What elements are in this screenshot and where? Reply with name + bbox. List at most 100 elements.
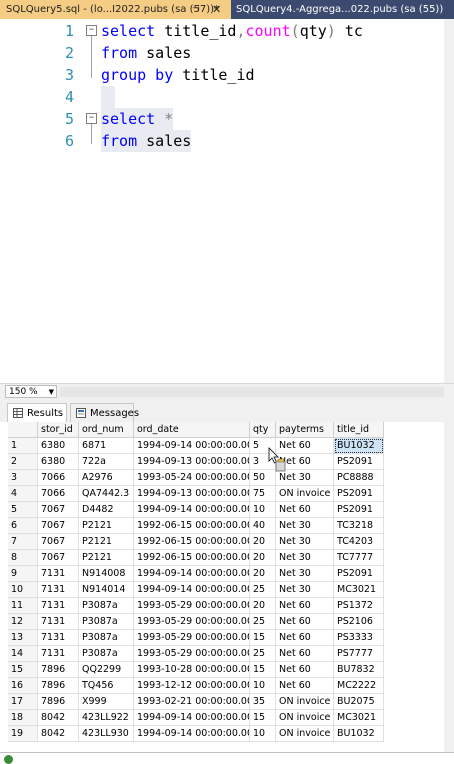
- grid-corner[interactable]: [8, 422, 38, 438]
- table-cell[interactable]: ON invoice: [276, 486, 334, 502]
- table-cell[interactable]: TC3218: [334, 518, 384, 534]
- column-header[interactable]: payterms: [276, 422, 334, 438]
- table-cell[interactable]: 1994-09-14 00:00:00.000: [134, 710, 250, 726]
- column-header[interactable]: ord_num: [79, 422, 134, 438]
- table-cell[interactable]: 1993-02-21 00:00:00.000: [134, 694, 250, 710]
- row-number[interactable]: 16: [8, 678, 38, 694]
- table-cell[interactable]: Net 60: [276, 598, 334, 614]
- table-cell[interactable]: ON invoice: [276, 726, 334, 742]
- table-cell[interactable]: 35: [250, 694, 276, 710]
- row-number[interactable]: 15: [8, 662, 38, 678]
- table-cell[interactable]: 1994-09-14 00:00:00.000: [134, 726, 250, 742]
- row-number[interactable]: 17: [8, 694, 38, 710]
- column-header[interactable]: stor_id: [38, 422, 79, 438]
- table-cell[interactable]: 1993-05-24 00:00:00.000: [134, 470, 250, 486]
- table-cell[interactable]: 7896: [38, 662, 79, 678]
- results-grid[interactable]: stor_id ord_num ord_date qty payterms ti…: [0, 422, 454, 752]
- zoom-select[interactable]: 150 % ▼: [5, 385, 57, 398]
- table-cell[interactable]: 1993-05-29 00:00:00.000: [134, 598, 250, 614]
- row-number[interactable]: 5: [8, 502, 38, 518]
- table-cell[interactable]: P3087a: [79, 630, 134, 646]
- table-cell[interactable]: 1994-09-14 00:00:00.000: [134, 582, 250, 598]
- table-cell[interactable]: Net 60: [276, 614, 334, 630]
- table-cell[interactable]: 1992-06-15 00:00:00.000: [134, 550, 250, 566]
- table-cell[interactable]: MC3021: [334, 582, 384, 598]
- row-number[interactable]: 9: [8, 566, 38, 582]
- table-cell[interactable]: 10: [250, 726, 276, 742]
- table-cell[interactable]: P3087a: [79, 614, 134, 630]
- table-row[interactable]: 17 7896 X999 1993-02-21 00:00:00.000 35 ON in…: [0, 694, 454, 710]
- table-cell[interactable]: 20: [250, 534, 276, 550]
- table-cell[interactable]: 20: [250, 550, 276, 566]
- table-cell[interactable]: QA7442.3: [79, 486, 134, 502]
- table-cell[interactable]: PS2091: [334, 502, 384, 518]
- table-cell[interactable]: 6380: [38, 438, 79, 454]
- table-cell[interactable]: PS2091: [334, 454, 384, 470]
- table-cell[interactable]: 722a: [79, 454, 134, 470]
- table-cell[interactable]: 1992-06-15 00:00:00.000: [134, 534, 250, 550]
- column-header[interactable]: ord_date: [134, 422, 250, 438]
- table-cell[interactable]: P3087a: [79, 598, 134, 614]
- table-cell[interactable]: Net 30: [276, 582, 334, 598]
- table-cell[interactable]: D4482: [79, 502, 134, 518]
- grid-vertical-scrollbar[interactable]: [444, 422, 454, 752]
- row-number[interactable]: 12: [8, 614, 38, 630]
- table-cell[interactable]: 7131: [38, 582, 79, 598]
- table-row[interactable]: 19 8042 423LL930 1994-09-14 00:00:00.000 10 O…: [0, 726, 454, 742]
- table-cell[interactable]: Net 60: [276, 662, 334, 678]
- table-cell[interactable]: PS2091: [334, 566, 384, 582]
- table-cell[interactable]: 6871: [79, 438, 134, 454]
- table-cell[interactable]: 75: [250, 486, 276, 502]
- table-cell[interactable]: BU2075: [334, 694, 384, 710]
- table-row[interactable]: 18 8042 423LL922 1994-09-14 00:00:00.000 15 O…: [0, 710, 454, 726]
- collapse-icon[interactable]: −: [86, 25, 97, 36]
- column-header[interactable]: title_id: [334, 422, 384, 438]
- table-row[interactable]: 10 7131 N914014 1994-09-14 00:00:00.000 25 Ne…: [0, 582, 454, 598]
- tab-sqlquery4[interactable]: SQLQuery4.-Aggrega...022.pubs (sa (55)): [231, 0, 454, 19]
- table-cell[interactable]: PS2106: [334, 614, 384, 630]
- table-cell[interactable]: 7896: [38, 694, 79, 710]
- table-cell[interactable]: MC3021: [334, 710, 384, 726]
- table-cell[interactable]: QQ2299: [79, 662, 134, 678]
- table-cell[interactable]: 1993-10-28 00:00:00.000: [134, 662, 250, 678]
- tab-sqlquery5[interactable]: SQLQuery5.sql - (lo...I2022.pubs (sa (57…: [0, 0, 231, 19]
- table-cell[interactable]: 10: [250, 678, 276, 694]
- table-cell[interactable]: 15: [250, 662, 276, 678]
- table-row[interactable]: 1 6380 6871 1994-09-14 00:00:00.000 5 Net 60 B…: [0, 438, 454, 454]
- row-number[interactable]: 1: [8, 438, 38, 454]
- table-cell[interactable]: Net 30: [276, 550, 334, 566]
- table-row[interactable]: 7 7067 P2121 1992-06-15 00:00:00.000 20 Net 3…: [0, 534, 454, 550]
- table-row[interactable]: 11 7131 P3087a 1993-05-29 00:00:00.000 20 Net…: [0, 598, 454, 614]
- table-cell[interactable]: PS1372: [334, 598, 384, 614]
- table-cell[interactable]: 7067: [38, 534, 79, 550]
- table-cell[interactable]: 1993-05-29 00:00:00.000: [134, 630, 250, 646]
- table-cell[interactable]: 1994-09-14 00:00:00.000: [134, 502, 250, 518]
- table-cell[interactable]: ON invoice: [276, 710, 334, 726]
- row-number[interactable]: 4: [8, 486, 38, 502]
- table-cell[interactable]: 1994-09-13 00:00:00.000: [134, 486, 250, 502]
- table-cell[interactable]: Net 30: [276, 518, 334, 534]
- table-row[interactable]: 6 7067 P2121 1992-06-15 00:00:00.000 40 Net 3…: [0, 518, 454, 534]
- table-row[interactable]: 4 7066 QA7442.3 1994-09-13 00:00:00.000 75 ON…: [0, 486, 454, 502]
- close-icon[interactable]: ✕: [212, 0, 221, 19]
- table-cell[interactable]: BU7832: [334, 662, 384, 678]
- table-cell[interactable]: TC7777: [334, 550, 384, 566]
- table-row[interactable]: 16 7896 TQ456 1993-12-12 00:00:00.000 10 Net …: [0, 678, 454, 694]
- table-row[interactable]: 8 7067 P2121 1992-06-15 00:00:00.000 20 Net 3…: [0, 550, 454, 566]
- table-cell[interactable]: 10: [250, 502, 276, 518]
- table-cell[interactable]: 7131: [38, 598, 79, 614]
- table-cell[interactable]: 8042: [38, 710, 79, 726]
- row-number[interactable]: 10: [8, 582, 38, 598]
- table-cell[interactable]: Net 60: [276, 630, 334, 646]
- row-number[interactable]: 19: [8, 726, 38, 742]
- row-number[interactable]: 2: [8, 454, 38, 470]
- table-cell[interactable]: 25: [250, 614, 276, 630]
- table-cell[interactable]: TQ456: [79, 678, 134, 694]
- table-cell[interactable]: PS2091: [334, 486, 384, 502]
- table-cell[interactable]: 1993-12-12 00:00:00.000: [134, 678, 250, 694]
- query-editor[interactable]: 1− select title_id,count(qty) tc 2 from sal…: [0, 19, 454, 383]
- table-cell[interactable]: P2121: [79, 550, 134, 566]
- table-cell[interactable]: 7896: [38, 678, 79, 694]
- table-cell[interactable]: 7067: [38, 518, 79, 534]
- table-cell[interactable]: 7067: [38, 502, 79, 518]
